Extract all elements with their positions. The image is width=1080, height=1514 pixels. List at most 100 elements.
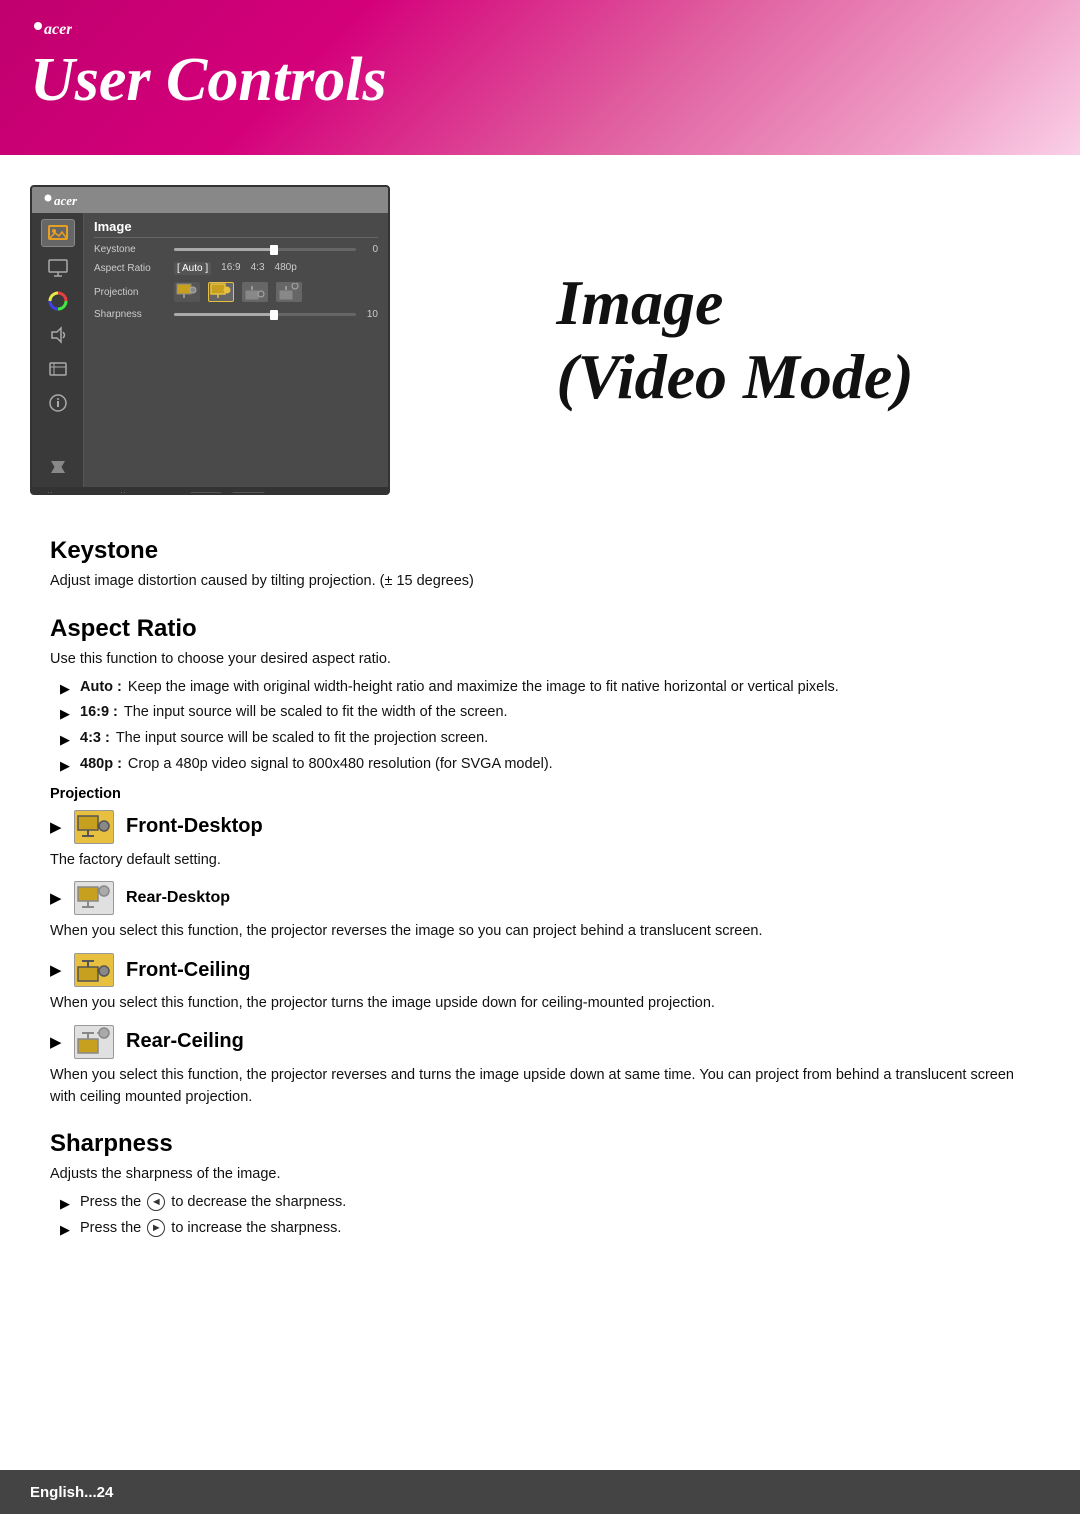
osd-icon-info[interactable] [41, 389, 75, 417]
footer-page-label: English...24 [30, 1484, 113, 1501]
osd-header-bar: acer [32, 187, 388, 213]
front-desktop-section: ▶ Front-Desktop The factory default sett… [50, 810, 1030, 872]
aspect-auto-text: Auto :Keep the image with original width… [80, 677, 1030, 699]
bullet-arrow-3: ▶ [60, 730, 72, 750]
osd-sidebar [32, 213, 84, 487]
bullet-arrow-4: ▶ [60, 756, 72, 776]
osd-sharpness-value: 10 [360, 309, 378, 320]
keystone-heading: Keystone [50, 537, 1030, 565]
proj-rear-desktop-icon [210, 283, 232, 301]
svg-text:acer: acer [44, 21, 72, 38]
proj-front-desktop-icon [176, 283, 198, 301]
projection-label: Projection [50, 786, 1030, 802]
osd-footer: Select Adjust BACK MENU Main menu [32, 487, 388, 495]
osd-aspect-label: Aspect Ratio [94, 263, 166, 274]
rear-desktop-img [74, 881, 114, 915]
osd-icon-settings[interactable] [41, 355, 75, 383]
rear-desktop-arrow-icon: ▶ [50, 889, 62, 907]
bullet-arrow-1: ▶ [60, 679, 72, 699]
osd-projection-row: Projection [94, 282, 378, 302]
osd-aspect-options: [ Auto ] 16:9 4:3 480p [174, 262, 297, 275]
rear-desktop-text: When you select this function, the proje… [50, 921, 1030, 943]
osd-keystone-row: Keystone 0 [94, 244, 378, 255]
sharpness-intro: Adjusts the sharpness of the image. [50, 1164, 1030, 1186]
front-desktop-arrow-icon: ▶ [50, 818, 62, 836]
osd-keystone-thumb [270, 245, 278, 255]
front-ceiling-img [74, 953, 114, 987]
svg-text:acer: acer [54, 193, 78, 208]
osd-select-label: Select [70, 492, 95, 495]
rear-desktop-title: Rear-Desktop [126, 889, 230, 907]
rear-ceiling-text: When you select this function, the proje… [50, 1065, 1030, 1109]
osd-menu-btn[interactable]: MENU [232, 492, 266, 496]
osd-sharpness-fill [174, 313, 274, 316]
sharpness-arrow-2-icon: ▶ [60, 1220, 72, 1240]
front-ceiling-section: ▶ Front-Ceiling When you select this fun… [50, 953, 1030, 1015]
sharpness-section: Sharpness Adjusts the sharpness of the i… [50, 1130, 1030, 1239]
osd-sharpness-thumb [270, 310, 278, 320]
display-icon [47, 256, 69, 278]
right-arrow-button: ► [147, 1219, 165, 1237]
osd-body: Image Keystone 0 Aspect Ratio [32, 213, 388, 487]
osd-sharpness-slider: 10 [174, 309, 378, 320]
rear-desktop-svg [76, 883, 112, 913]
sharpness-list: ▶ Press the ◄ to decrease the sharpness.… [60, 1192, 1030, 1240]
osd-back-btn[interactable]: BACK [190, 492, 222, 496]
osd-keystone-track [174, 248, 356, 251]
nav-arrows-icon [47, 459, 69, 475]
rear-ceiling-img [74, 1025, 114, 1059]
image-icon [47, 222, 69, 244]
acer-logo-icon: acer [30, 18, 72, 40]
front-ceiling-heading-row: ▶ Front-Ceiling [50, 953, 1030, 987]
sharpness-arrow-1-icon: ▶ [60, 1194, 72, 1214]
aspect-480p-item: ▶ 480p :Crop a 480p video signal to 800x… [60, 754, 1030, 776]
front-desktop-svg [76, 812, 112, 842]
settings-icon [47, 358, 69, 380]
osd-main-menu: Image Keystone 0 Aspect Ratio [84, 213, 388, 487]
osd-adjust-label: Adjust [143, 492, 168, 495]
front-ceiling-arrow-icon: ▶ [50, 961, 62, 979]
keystone-text: Adjust image distortion caused by tiltin… [50, 571, 1030, 593]
sharpness-increase-item: ▶ Press the ► to increase the sharpness. [60, 1218, 1030, 1240]
osd-sharpness-track [174, 313, 356, 316]
sharpness-increase-text: Press the ► to increase the sharpness. [80, 1218, 1030, 1240]
osd-icon-image[interactable] [41, 219, 75, 247]
front-desktop-text: The factory default setting. [50, 850, 1030, 872]
osd-icon-display[interactable] [41, 253, 75, 281]
osd-projection-icons [174, 282, 302, 302]
front-desktop-img [74, 810, 114, 844]
sharpness-decrease-item: ▶ Press the ◄ to decrease the sharpness. [60, 1192, 1030, 1214]
front-ceiling-svg [76, 955, 112, 985]
osd-keystone-label: Keystone [94, 244, 166, 255]
info-icon [47, 392, 69, 414]
osd-aspect-43: 4:3 [251, 262, 265, 275]
aspect-ratio-section: Aspect Ratio Use this function to choose… [50, 615, 1030, 776]
osd-icon-color[interactable] [41, 287, 75, 315]
image-title-line2: (Video Mode) [556, 341, 913, 412]
proj-front-ceiling-icon [244, 283, 266, 301]
sharpness-decrease-text: Press the ◄ to decrease the sharpness. [80, 1192, 1030, 1214]
osd-panel: acer [30, 185, 390, 495]
osd-icon-audio[interactable] [41, 321, 75, 349]
acer-brand-logo: acer [30, 18, 1050, 40]
image-title-line1: Image [556, 267, 723, 338]
sharpness-heading: Sharpness [50, 1130, 1030, 1158]
osd-adjust-arrows-icon [113, 490, 133, 495]
osd-sharpness-row: Sharpness 10 [94, 309, 378, 320]
osd-keystone-slider: 0 [174, 244, 378, 255]
osd-acer-logo-icon: acer [42, 191, 80, 209]
image-title-section: Image (Video Mode) [420, 185, 1050, 495]
proj-icon-1 [174, 282, 200, 302]
front-ceiling-text: When you select this function, the proje… [50, 993, 1030, 1015]
bullet-arrow-2: ▶ [60, 704, 72, 724]
proj-icon-4 [276, 282, 302, 302]
osd-projection-label: Projection [94, 287, 166, 298]
audio-icon [47, 324, 69, 346]
section-image-title: Image (Video Mode) [556, 266, 913, 413]
page-title: User Controls [30, 46, 1050, 114]
osd-aspect-row: Aspect Ratio [ Auto ] 16:9 4:3 480p [94, 262, 378, 275]
osd-keystone-fill [174, 248, 274, 251]
proj-icon-2 [208, 282, 234, 302]
rear-ceiling-section: ▶ Rear-Ceiling When you select this func… [50, 1025, 1030, 1109]
aspect-43-text: 4:3 :The input source will be scaled to … [80, 728, 1030, 750]
